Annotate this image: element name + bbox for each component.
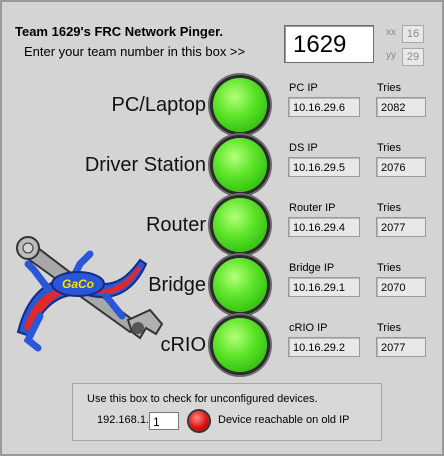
unconfigured-instruction: Use this box to check for unconfigured d… — [87, 393, 318, 405]
ip-value: 10.16.29.6 — [288, 97, 360, 117]
app-title: Team 1629's FRC Network Pinger. — [15, 24, 224, 39]
device-name: Driver Station — [84, 154, 206, 176]
tries-label: Tries — [377, 262, 402, 274]
pinger-window: Team 1629's FRC Network Pinger. Enter yo… — [0, 0, 444, 456]
tries-value: 2077 — [376, 337, 426, 357]
old-ip-suffix-input[interactable]: 1 — [149, 412, 179, 430]
ip-value: 10.16.29.5 — [288, 157, 360, 177]
device-status-led-icon — [213, 258, 267, 312]
device-name: PC/Laptop — [111, 94, 206, 116]
team-number-instruction: Enter your team number in this box >> — [24, 44, 246, 59]
tries-label: Tries — [377, 322, 402, 334]
ip-value: 10.16.29.2 — [288, 337, 360, 357]
device-name: Router — [145, 214, 206, 236]
tries-label: Tries — [377, 202, 402, 214]
ip-label: PC IP — [289, 82, 318, 94]
ip-label: Router IP — [289, 202, 336, 214]
tries-value: 2076 — [376, 157, 426, 177]
team-number-input[interactable]: 1629 — [284, 25, 374, 63]
device-status-led-icon — [213, 78, 267, 132]
reachable-status-led-icon — [189, 411, 209, 431]
tries-value: 2082 — [376, 97, 426, 117]
yy-value: 29 — [402, 48, 424, 66]
tries-value: 2070 — [376, 277, 426, 297]
ip-value: 10.16.29.1 — [288, 277, 360, 297]
reachable-status-label: Device reachable on old IP — [218, 414, 350, 426]
yy-label: yy — [386, 50, 396, 61]
ip-label: Bridge IP — [289, 262, 335, 274]
ip-label: cRIO IP — [289, 322, 328, 334]
unconfigured-device-panel: Use this box to check for unconfigured d… — [72, 383, 382, 441]
old-ip-prefix: 192.168.1. — [97, 414, 149, 426]
device-status-led-icon — [213, 198, 267, 252]
ip-value: 10.16.29.4 — [288, 217, 360, 237]
xx-value: 16 — [402, 25, 424, 43]
tries-value: 2077 — [376, 217, 426, 237]
ip-label: DS IP — [289, 142, 318, 154]
device-name: cRIO — [160, 334, 206, 356]
device-status-led-icon — [213, 138, 267, 192]
tries-label: Tries — [377, 142, 402, 154]
xx-label: xx — [386, 27, 396, 38]
device-status-led-icon — [213, 318, 267, 372]
tries-label: Tries — [377, 82, 402, 94]
device-name: Bridge — [148, 274, 206, 296]
